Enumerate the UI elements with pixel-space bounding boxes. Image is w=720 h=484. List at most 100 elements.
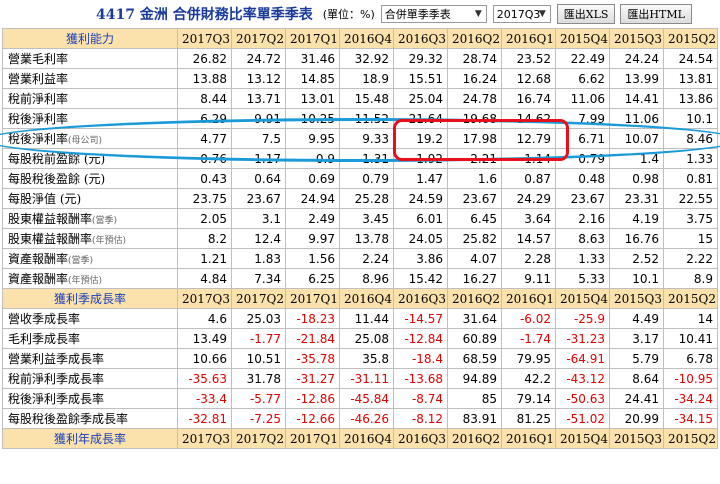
value-cell: 6.01 — [393, 208, 448, 229]
export-xls-button[interactable]: 匯出XLS — [556, 4, 616, 24]
column-header: 2015Q2 — [663, 288, 718, 309]
chevron-down-icon: ▼ — [538, 9, 546, 19]
value-cell: 81.25 — [501, 408, 556, 429]
value-cell: 10.41 — [663, 328, 718, 349]
value-cell: 13.86 — [663, 88, 718, 109]
value-cell: 1.56 — [285, 248, 340, 269]
column-header: 2016Q2 — [447, 28, 502, 49]
value-cell: 2.16 — [555, 208, 610, 229]
value-cell: 1.47 — [393, 168, 448, 189]
value-cell: 0.69 — [285, 168, 340, 189]
table-row: 營收季成長率 4.6 25.03 -18.23 11.44 -14.57 31.64 -6.0… — [2, 308, 718, 329]
value-cell: 13.12 — [231, 68, 286, 89]
value-cell: 19.68 — [447, 108, 502, 129]
value-cell: 1.33 — [663, 148, 718, 169]
section-title: 獲利季成長率 — [2, 288, 178, 309]
value-cell: 3.86 — [393, 248, 448, 269]
value-cell: 1.17 — [231, 148, 286, 169]
value-cell: 1.6 — [447, 168, 502, 189]
value-cell: -10.95 — [663, 368, 718, 389]
report-title: 4417 金洲 合併財務比率單季季表 — [96, 7, 313, 23]
value-cell: 23.67 — [447, 188, 502, 209]
value-cell: 7.34 — [231, 268, 286, 289]
value-cell: -31.27 — [285, 368, 340, 389]
column-header: 2016Q2 — [447, 428, 502, 449]
value-cell: 79.14 — [501, 388, 556, 409]
value-cell: 15.42 — [393, 268, 448, 289]
table-row: 資產報酬率(當季) 1.21 1.83 1.56 2.24 3.86 4.07 2.28 1.3… — [2, 248, 718, 269]
section-title: 獲利能力 — [2, 28, 178, 49]
value-cell: 13.01 — [285, 88, 340, 109]
value-cell: -35.63 — [177, 368, 232, 389]
value-cell: 22.55 — [663, 188, 718, 209]
report-type-select[interactable]: 合併單季季表 ▼ — [380, 5, 487, 23]
value-cell: 4.19 — [609, 208, 664, 229]
value-cell: 24.24 — [609, 48, 664, 69]
column-header: 2016Q4 — [339, 28, 394, 49]
value-cell: 11.06 — [609, 108, 664, 129]
row-label: 營業利益季成長率 — [8, 352, 105, 366]
value-cell: 7.99 — [555, 108, 610, 129]
table-row: 股東權益報酬率(年預估) 8.2 12.4 9.97 13.78 24.05 25.82 14… — [2, 228, 718, 249]
period-select[interactable]: 2017Q3 ▼ — [492, 5, 551, 23]
value-cell: -45.84 — [339, 388, 394, 409]
value-cell: 12.79 — [501, 128, 556, 149]
value-cell: 12.68 — [501, 68, 556, 89]
value-cell: 28.74 — [447, 48, 502, 69]
value-cell: 2.49 — [285, 208, 340, 229]
value-cell: 8.9 — [663, 268, 718, 289]
value-cell: 0.43 — [177, 168, 232, 189]
value-cell: 14.85 — [285, 68, 340, 89]
value-cell: 2.05 — [177, 208, 232, 229]
value-cell: 11.52 — [339, 108, 394, 129]
value-cell: 24.41 — [609, 388, 664, 409]
row-label: 每股淨值 (元) — [8, 192, 82, 206]
row-label-cell: 稅後淨利季成長率 — [2, 388, 178, 409]
row-label-cell: 稅後淨利率(母公司) — [2, 128, 178, 149]
value-cell: 9.97 — [285, 228, 340, 249]
value-cell: 0.64 — [231, 168, 286, 189]
value-cell: -31.11 — [339, 368, 394, 389]
value-cell: 42.2 — [501, 368, 556, 389]
row-label: 資產報酬率 — [8, 252, 69, 266]
column-header: 2016Q3 — [393, 288, 448, 309]
table-row: 營業利益季成長率 10.66 10.51 -35.78 35.8 -18.4 68.59 79… — [2, 348, 718, 369]
value-cell: 13.49 — [177, 328, 232, 349]
row-label: 稅前淨利季成長率 — [8, 372, 105, 386]
value-cell: 25.08 — [339, 328, 394, 349]
value-cell: 24.78 — [447, 88, 502, 109]
value-cell: 60.89 — [447, 328, 502, 349]
table-row: 稅後淨利率(母公司) 4.77 7.5 9.95 9.33 19.2 17.98 12.79 6… — [2, 128, 718, 149]
value-cell: -5.77 — [231, 388, 286, 409]
column-header: 2015Q3 — [609, 28, 664, 49]
value-cell: 1.21 — [177, 248, 232, 269]
table-row: 每股淨值 (元) 23.75 23.67 24.94 25.28 24.59 23.67 24… — [2, 188, 718, 209]
column-header: 2017Q2 — [231, 28, 286, 49]
value-cell: -8.12 — [393, 408, 448, 429]
value-cell: 0.79 — [339, 168, 394, 189]
value-cell: -25.9 — [555, 308, 610, 329]
column-header: 2015Q2 — [663, 428, 718, 449]
value-cell: 24.54 — [663, 48, 718, 69]
value-cell: 10.51 — [231, 348, 286, 369]
row-label-qualifier: (母公司) — [68, 136, 103, 146]
value-cell: 10.66 — [177, 348, 232, 369]
value-cell: 12.4 — [231, 228, 286, 249]
value-cell: 0.98 — [609, 168, 664, 189]
column-header: 2017Q3 — [177, 288, 232, 309]
value-cell: 23.75 — [177, 188, 232, 209]
value-cell: 16.74 — [501, 88, 556, 109]
value-cell: 8.44 — [177, 88, 232, 109]
value-cell: 7.5 — [231, 128, 286, 149]
value-cell: 24.05 — [393, 228, 448, 249]
export-html-button[interactable]: 匯出HTML — [620, 4, 692, 24]
value-cell: -12.86 — [285, 388, 340, 409]
section-header-row: 獲利能力 2017Q3 2017Q2 2017Q1 2016Q4 2016Q3 2016Q2… — [2, 28, 718, 49]
value-cell: 83.91 — [447, 408, 502, 429]
value-cell: 13.71 — [231, 88, 286, 109]
row-label: 每股稅前盈餘 (元) — [8, 152, 106, 166]
value-cell: 14 — [663, 308, 718, 329]
value-cell: 24.59 — [393, 188, 448, 209]
column-header: 2017Q2 — [231, 428, 286, 449]
row-label-cell: 每股稅前盈餘 (元) — [2, 148, 178, 169]
